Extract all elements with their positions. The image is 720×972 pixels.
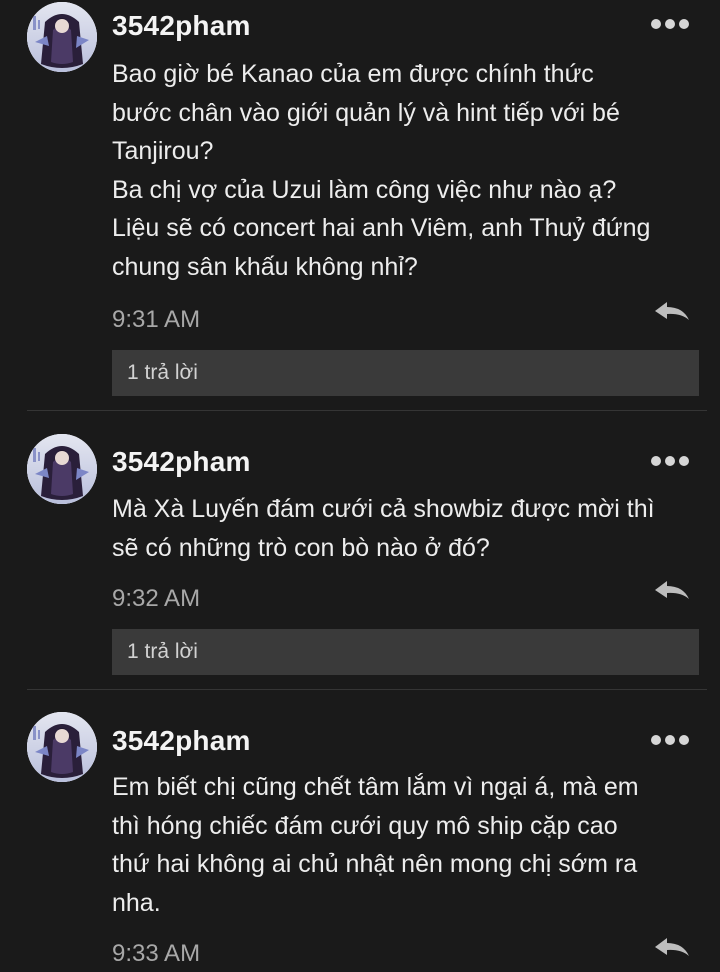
more-options-icon[interactable] bbox=[651, 18, 695, 30]
replies-count-label: 1 trả lời bbox=[127, 640, 198, 663]
divider bbox=[27, 410, 707, 411]
replies-count-label: 1 trả lời bbox=[127, 361, 198, 384]
comment-line: Em biết chị cũng chết tâm lắm vì ngại á,… bbox=[112, 773, 639, 801]
more-options-icon[interactable] bbox=[651, 455, 695, 467]
avatar[interactable] bbox=[27, 434, 97, 504]
divider bbox=[27, 689, 707, 690]
comment-username[interactable]: 3542pham bbox=[112, 446, 251, 478]
comment-line: nha. bbox=[112, 888, 161, 917]
comment-username[interactable]: 3542pham bbox=[112, 725, 251, 757]
user-avatar-image bbox=[27, 434, 97, 504]
comment-line: thì hóng chiếc đám cưới quy mô ship cặp … bbox=[112, 811, 618, 840]
view-replies-button[interactable]: 1 trả lời bbox=[112, 350, 699, 396]
comment-line: Tanjirou? bbox=[112, 137, 214, 165]
comment-text: Bao giờ bé Kanao của em được chính thức … bbox=[112, 55, 702, 286]
comment-line: Bao giờ bé Kanao của em được chính thức bbox=[112, 60, 594, 88]
comment-line: Liệu sẽ có concert hai anh Viêm, anh Thu… bbox=[112, 214, 651, 242]
user-avatar-image bbox=[27, 2, 97, 72]
user-avatar-image bbox=[27, 712, 97, 782]
avatar[interactable] bbox=[27, 2, 97, 72]
comment-line: Ba chị vợ của Uzui làm công việc như nào… bbox=[112, 175, 617, 204]
comment-line: Mà Xà Luyến đám cưới cả showbiz được mời… bbox=[112, 495, 655, 523]
comment-username[interactable]: 3542pham bbox=[112, 10, 251, 42]
comment-line: sẽ có những trò con bò nào ở đó? bbox=[112, 533, 490, 562]
comment-line: chung sân khấu không nhỉ? bbox=[112, 252, 418, 281]
more-options-icon[interactable] bbox=[651, 734, 695, 746]
comment-line: thứ hai không ai chủ nhật nên mong chị s… bbox=[112, 850, 638, 878]
comment-timestamp: 9:32 AM bbox=[112, 585, 201, 612]
reply-arrow-icon[interactable] bbox=[653, 300, 691, 324]
view-replies-button[interactable]: 1 trả lời bbox=[112, 629, 699, 675]
reply-arrow-icon[interactable] bbox=[653, 936, 691, 960]
comment-timestamp: 9:33 AM bbox=[112, 940, 201, 967]
comment-text: Em biết chị cũng chết tâm lắm vì ngại á,… bbox=[112, 768, 702, 922]
reply-arrow-icon[interactable] bbox=[653, 579, 691, 603]
comment-timestamp: 9:31 AM bbox=[112, 306, 201, 333]
comment-text: Mà Xà Luyến đám cưới cả showbiz được mời… bbox=[112, 490, 702, 567]
comment-line: bước chân vào giới quản lý và hint tiếp … bbox=[112, 98, 620, 127]
avatar[interactable] bbox=[27, 712, 97, 782]
